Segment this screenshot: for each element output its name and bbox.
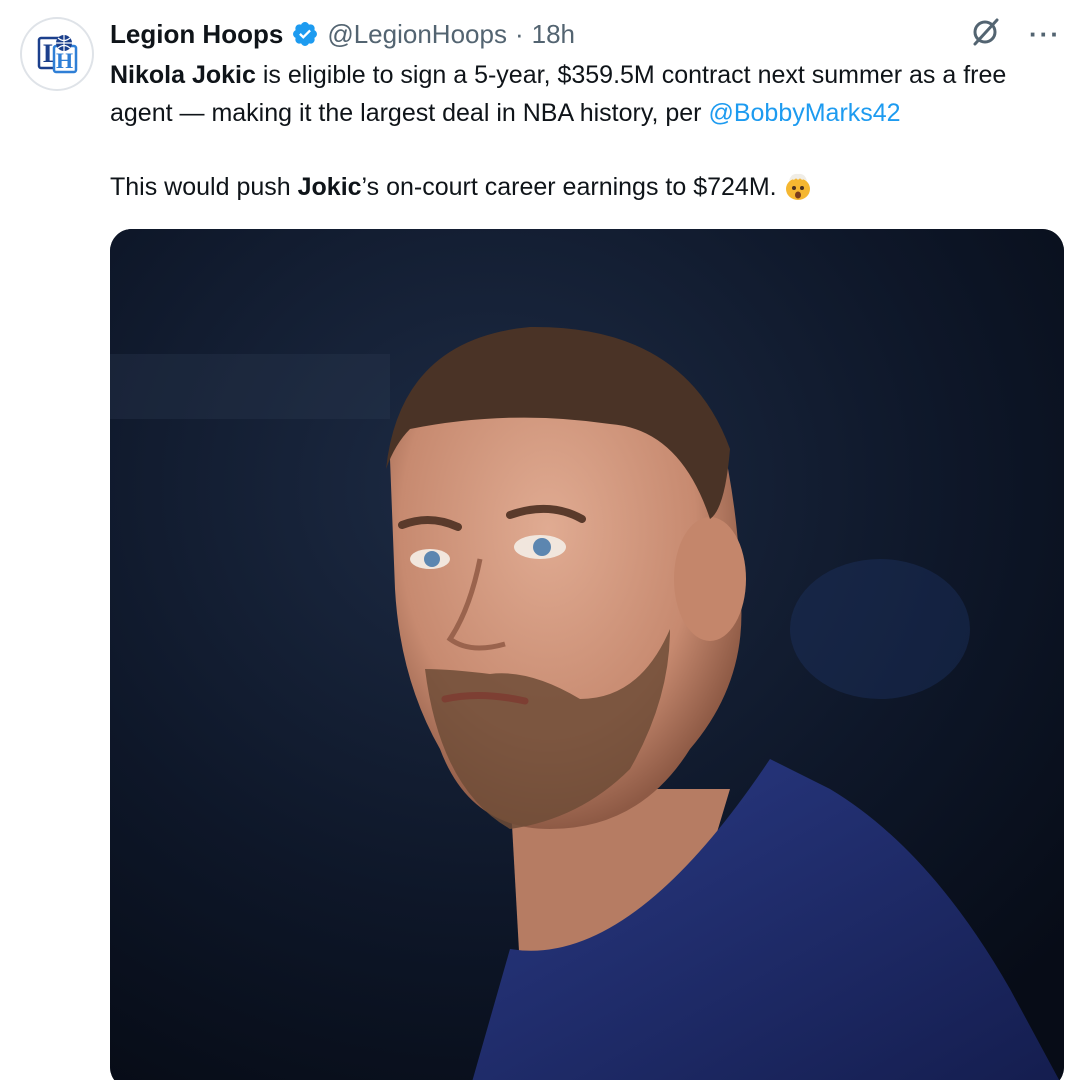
tweet-paragraph-2: This would push Jokic’s on-court career … [110,168,1070,206]
timestamp[interactable]: 18h [532,19,575,50]
paragraph-text: ’s on-court career earnings to $724M. [361,173,777,201]
mention-link[interactable]: @BobbyMarks42 [708,99,900,127]
more-icon[interactable]: ··· [1029,21,1061,47]
tweet-actions-top: ··· [969,14,1061,53]
tweet: L H Legion Hoops @LegionHoops · 18h ··· [0,0,1077,1080]
avatar[interactable]: L H [20,17,94,91]
bold-name: Nikola Jokic [110,61,256,89]
paragraph-text: This would push [110,173,298,201]
tweet-paragraph-1: Nikola Jokic is eligible to sign a 5-yea… [110,56,1070,132]
svg-text:H: H [56,48,73,73]
tweet-photo[interactable] [110,229,1064,1080]
grok-icon[interactable] [969,14,1003,53]
separator-dot: · [514,18,524,49]
exploding-head-emoji-icon [783,171,813,201]
legion-hoops-logo-icon: L H [29,26,85,82]
verified-badge-icon [291,20,319,48]
handle[interactable]: @LegionHoops [327,19,507,50]
display-name[interactable]: Legion Hoops [110,19,283,50]
bold-name: Jokic [297,173,362,201]
tweet-header: Legion Hoops @LegionHoops · 18h [110,14,575,54]
tweet-text: Nikola Jokic is eligible to sign a 5-yea… [110,56,1070,206]
